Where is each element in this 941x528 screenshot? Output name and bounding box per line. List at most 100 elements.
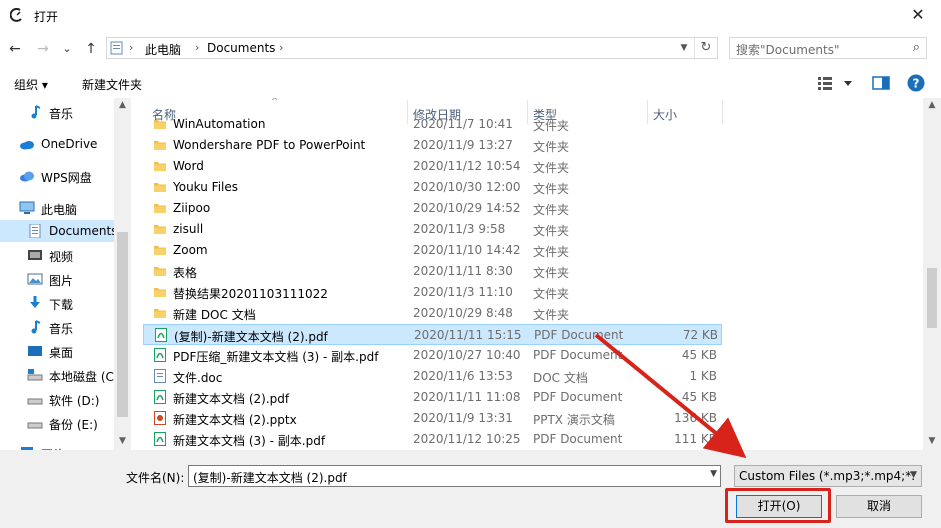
- pdf-file-icon: [154, 390, 166, 404]
- file-date: 2020/10/30 12:00: [413, 180, 521, 194]
- folder-icon: [154, 141, 166, 150]
- back-button[interactable]: ←: [6, 40, 24, 58]
- file-row[interactable]: zisull 2020/11/3 9:58 文件夹: [143, 219, 722, 240]
- view-options-icon[interactable]: [818, 76, 854, 90]
- folder-icon: [154, 204, 166, 213]
- file-list-scrollbar[interactable]: ▲ ▼: [923, 98, 941, 450]
- file-date: 2020/10/27 10:40: [413, 348, 521, 362]
- sidebar-item-videos[interactable]: 视频: [0, 244, 118, 266]
- file-name: 替换结果20201103111022: [173, 287, 328, 301]
- file-row[interactable]: Word 2020/11/12 10:54 文件夹: [143, 156, 722, 177]
- sidebar-item-label: WPS网盘: [41, 171, 92, 185]
- file-type: 文件夹: [533, 308, 570, 322]
- pdf-file-icon: [154, 432, 166, 446]
- annotation-highlight-box: [725, 488, 831, 523]
- close-icon[interactable]: ✕: [895, 0, 941, 32]
- file-row[interactable]: 新建文本文档 (2).pdf 2020/11/11 11:08 PDF Docume…: [143, 387, 722, 408]
- sidebar-scrollbar-thumb[interactable]: [117, 232, 128, 417]
- filetype-select[interactable]: Custom Files (*.mp3;*.mp4;*. ▼: [734, 465, 922, 487]
- file-name: 新建 DOC 文档: [173, 308, 256, 322]
- file-row[interactable]: WinAutomation 2020/11/7 10:41 文件夹: [143, 114, 722, 135]
- sidebar-item-label: 软件 (D:): [49, 394, 100, 408]
- scroll-up-icon[interactable]: ▲: [923, 100, 941, 110]
- file-date: 2020/11/10 14:42: [413, 243, 521, 257]
- file-date: 2020/11/6 13:53: [413, 369, 513, 383]
- file-type: 文件夹: [533, 266, 570, 280]
- sidebar-item-documents[interactable]: Documents: [0, 220, 118, 242]
- chevron-down-icon[interactable]: ▼: [710, 469, 717, 479]
- up-button[interactable]: ↑: [82, 40, 100, 58]
- new-folder-button[interactable]: 新建文件夹: [82, 76, 142, 93]
- sidebar-item-drive-e[interactable]: 备份 (E:): [0, 412, 118, 434]
- breadcrumb-separator[interactable]: ›: [129, 41, 133, 54]
- sidebar-scrollbar[interactable]: ▲ ▼: [114, 98, 131, 450]
- chevron-down-icon[interactable]: ▼: [910, 470, 917, 480]
- preview-pane-icon[interactable]: [872, 76, 890, 90]
- file-type: 文件夹: [533, 245, 570, 259]
- svg-text:?: ?: [913, 77, 920, 91]
- title-bar: 打开 ✕: [0, 0, 941, 32]
- file-row[interactable]: 新建文本文档 (3) - 副本.pdf 2020/11/12 10:25 PDF D…: [143, 429, 722, 450]
- file-row[interactable]: 新建文本文档 (2).pptx 2020/11/9 13:31 PPTX 演示文稿 1…: [143, 408, 722, 429]
- column-divider[interactable]: [722, 100, 723, 124]
- sidebar-item-pictures[interactable]: 图片: [0, 268, 118, 290]
- search-input[interactable]: 搜索"Documents": [736, 41, 839, 58]
- sidebar-item-music-2[interactable]: 音乐: [0, 316, 118, 338]
- address-bar[interactable]: › 此电脑 › Documents › ▼ ↻: [106, 37, 718, 59]
- organize-button[interactable]: 组织 ▾: [14, 76, 48, 93]
- refresh-icon[interactable]: ↻: [694, 38, 717, 58]
- file-row[interactable]: Youku Files 2020/10/30 12:00 文件夹: [143, 177, 722, 198]
- sidebar-item-drive-d[interactable]: 软件 (D:): [0, 388, 118, 410]
- file-row[interactable]: Wondershare PDF to PowerPoint 2020/11/9 1…: [143, 135, 722, 156]
- breadcrumb-documents[interactable]: Documents: [207, 41, 275, 55]
- file-row[interactable]: (复制)-新建文本文档 (2).pdf 2020/11/11 15:15 PDF D…: [143, 324, 722, 345]
- file-type: 文件夹: [533, 224, 570, 238]
- filename-value[interactable]: (复制)-新建文本文档 (2).pdf: [193, 469, 347, 486]
- file-row[interactable]: 表格 2020/11/11 8:30 文件夹: [143, 261, 722, 282]
- file-row[interactable]: Ziipoo 2020/10/29 14:52 文件夹: [143, 198, 722, 219]
- recent-locations-button[interactable]: ⌄: [58, 40, 76, 58]
- file-name: Ziipoo: [173, 201, 211, 215]
- sidebar-item-network[interactable]: 网络: [0, 442, 118, 450]
- cancel-button[interactable]: 取消: [836, 495, 922, 518]
- file-row[interactable]: 替换结果20201103111022 2020/11/3 11:10 文件夹: [143, 282, 722, 303]
- file-date: 2020/11/11 11:08: [413, 390, 521, 404]
- sidebar-item-label: 视频: [49, 250, 74, 264]
- sidebar-item-label: 桌面: [49, 346, 74, 360]
- file-row[interactable]: 新建 DOC 文档 2020/10/29 8:48 文件夹: [143, 303, 722, 324]
- file-name: 文件.doc: [173, 371, 223, 385]
- scroll-up-icon[interactable]: ▲: [114, 100, 131, 110]
- wps-cloud-icon: [20, 171, 34, 182]
- pdf-file-icon: [154, 348, 166, 362]
- filename-field[interactable]: (复制)-新建文本文档 (2).pdf ▼: [188, 465, 721, 487]
- sidebar-item-label: 图片: [49, 274, 74, 288]
- sidebar-item-desktop[interactable]: 桌面: [0, 340, 118, 362]
- filetype-value[interactable]: Custom Files (*.mp3;*.mp4;*.: [739, 469, 915, 483]
- document-icon: [29, 224, 41, 238]
- file-type: 文件夹: [533, 140, 570, 154]
- sidebar-item-music[interactable]: 音乐: [0, 101, 118, 123]
- sidebar-item-onedrive[interactable]: OneDrive: [0, 133, 118, 155]
- breadcrumb-separator[interactable]: ›: [195, 41, 199, 54]
- scroll-down-icon[interactable]: ▼: [114, 436, 131, 446]
- file-row[interactable]: 文件.doc 2020/11/6 13:53 DOC 文档 1 KB: [143, 366, 722, 387]
- file-size: 136 KB: [674, 411, 717, 425]
- file-list-scrollbar-thumb[interactable]: [927, 268, 937, 328]
- forward-button[interactable]: →: [34, 40, 52, 58]
- music-icon: [31, 320, 41, 334]
- search-icon[interactable]: ⌕: [913, 40, 920, 55]
- search-box[interactable]: 搜索"Documents" ⌕: [729, 37, 927, 59]
- file-row[interactable]: PDF压缩_新建文本文档 (3) - 副本.pdf 2020/10/27 10:4…: [143, 345, 722, 366]
- scroll-down-icon[interactable]: ▼: [923, 436, 941, 446]
- sidebar-item-this-pc[interactable]: 此电脑: [0, 197, 118, 219]
- file-date: 2020/11/3 11:10: [413, 285, 513, 299]
- sidebar-item-downloads[interactable]: 下载: [0, 292, 118, 314]
- breadcrumb-pc[interactable]: 此电脑: [145, 41, 181, 58]
- help-icon[interactable]: ?: [907, 74, 925, 92]
- sidebar-item-wps-cloud[interactable]: WPS网盘: [0, 165, 118, 187]
- doc-file-icon: [154, 369, 166, 383]
- file-row[interactable]: Zoom 2020/11/10 14:42 文件夹: [143, 240, 722, 261]
- sidebar-item-drive-c[interactable]: 本地磁盘 (C:: [0, 364, 118, 386]
- breadcrumb-separator[interactable]: ›: [279, 41, 283, 54]
- chevron-down-icon[interactable]: ▼: [675, 38, 693, 58]
